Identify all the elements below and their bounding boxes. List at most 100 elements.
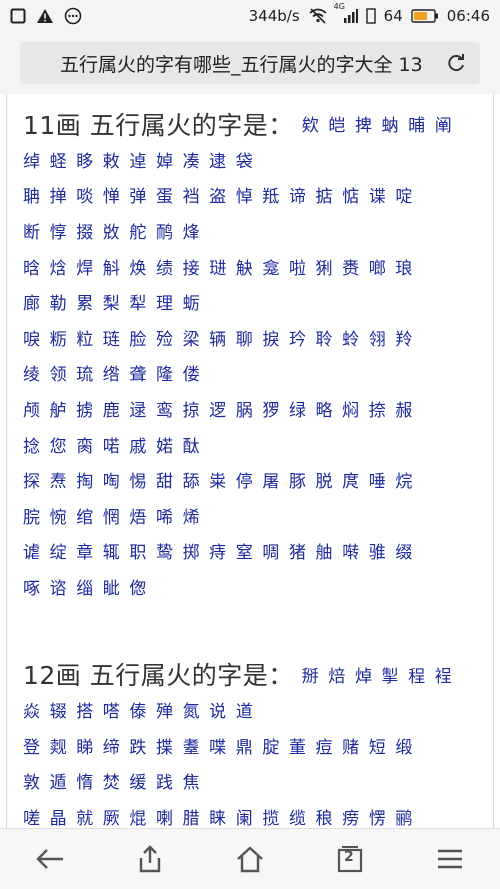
character-link[interactable]: 逯: [129, 396, 156, 421]
character-link[interactable]: 稂: [316, 804, 343, 828]
character-link[interactable]: 绺: [103, 360, 130, 385]
character-link[interactable]: 赧: [395, 396, 422, 421]
character-link[interactable]: 掳: [76, 396, 103, 421]
character-link[interactable]: 颅: [23, 396, 50, 421]
character-link[interactable]: 践: [156, 768, 183, 793]
character-link[interactable]: 赉: [342, 254, 369, 279]
character-link[interactable]: 蛎: [183, 289, 210, 314]
character-link[interactable]: 氮: [183, 697, 210, 722]
reload-icon[interactable]: [444, 51, 468, 75]
character-link[interactable]: 甜: [156, 467, 183, 492]
character-link[interactable]: 惇: [50, 218, 77, 243]
character-link[interactable]: 蛋: [156, 182, 183, 207]
character-link[interactable]: 舵: [129, 218, 156, 243]
character-link[interactable]: 捭: [355, 111, 382, 136]
character-link[interactable]: 睇: [76, 733, 103, 758]
character-link[interactable]: 谛: [289, 182, 316, 207]
character-link[interactable]: 脔: [76, 432, 103, 457]
character-link[interactable]: 鸾: [156, 396, 183, 421]
character-link[interactable]: 职: [129, 538, 156, 563]
character-link[interactable]: 勒: [50, 289, 77, 314]
character-link[interactable]: 烯: [183, 503, 210, 528]
character-link[interactable]: 豚: [289, 467, 316, 492]
character-link[interactable]: 聊: [236, 325, 263, 350]
character-link[interactable]: 短: [369, 733, 396, 758]
character-link[interactable]: 腚: [262, 733, 289, 758]
character-link[interactable]: 裎: [435, 662, 462, 687]
character-link[interactable]: 掰: [302, 662, 329, 687]
character-link[interactable]: 偻: [183, 360, 210, 385]
character-link[interactable]: 登: [23, 733, 50, 758]
character-link[interactable]: 遁: [50, 768, 77, 793]
character-link[interactable]: 凑: [183, 147, 210, 172]
character-link[interactable]: 蛏: [50, 147, 77, 172]
character-link[interactable]: 敚: [103, 218, 130, 243]
page-title[interactable]: 五行属火的字有哪些_五行属火的字大全 13: [60, 50, 444, 77]
character-link[interactable]: 惋: [50, 503, 77, 528]
character-link[interactable]: 悼: [236, 182, 263, 207]
character-link[interactable]: 啭: [342, 538, 369, 563]
character-link[interactable]: 惦: [342, 182, 369, 207]
character-link[interactable]: 脘: [23, 503, 50, 528]
character-link[interactable]: 嗟: [23, 804, 50, 828]
character-link[interactable]: 斛: [103, 254, 130, 279]
menu-button[interactable]: [420, 834, 480, 884]
character-link[interactable]: 略: [316, 396, 343, 421]
character-link[interactable]: 接: [183, 254, 210, 279]
character-link[interactable]: 傣: [129, 697, 156, 722]
character-link[interactable]: 探: [23, 467, 50, 492]
character-link[interactable]: 掂: [316, 182, 343, 207]
character-link[interactable]: 窒: [236, 538, 263, 563]
character-link[interactable]: 惕: [129, 467, 156, 492]
character-link[interactable]: 殚: [156, 697, 183, 722]
character-link[interactable]: 偬: [129, 574, 156, 599]
character-link[interactable]: 粜: [209, 467, 236, 492]
character-link[interactable]: 琏: [103, 325, 130, 350]
character-link[interactable]: 惘: [103, 503, 130, 528]
character-link[interactable]: 猪: [289, 538, 316, 563]
character-link[interactable]: 掏: [76, 467, 103, 492]
character-link[interactable]: 说: [209, 697, 236, 722]
character-link[interactable]: 焓: [50, 254, 77, 279]
character-link[interactable]: 道: [236, 697, 263, 722]
character-link[interactable]: 龛: [262, 254, 289, 279]
character-link[interactable]: 舻: [50, 396, 77, 421]
character-link[interactable]: 翎: [369, 325, 396, 350]
character-link[interactable]: 袋: [236, 147, 263, 172]
character-link[interactable]: 庹: [342, 467, 369, 492]
character-link[interactable]: 廊: [23, 289, 50, 314]
character-link[interactable]: 焦: [183, 768, 210, 793]
character-link[interactable]: 睐: [209, 804, 236, 828]
character-link[interactable]: 辄: [103, 538, 130, 563]
character-link[interactable]: 腊: [183, 804, 210, 828]
character-link[interactable]: 羚: [395, 325, 422, 350]
back-button[interactable]: [20, 834, 80, 884]
character-link[interactable]: 脶: [236, 396, 263, 421]
character-link[interactable]: 羝: [262, 182, 289, 207]
share-button[interactable]: [120, 834, 180, 884]
character-link[interactable]: 犁: [129, 289, 156, 314]
character-link[interactable]: 辍: [50, 697, 77, 722]
character-link[interactable]: 玪: [289, 325, 316, 350]
character-link[interactable]: 蚋: [382, 111, 409, 136]
character-link[interactable]: 缀: [395, 538, 422, 563]
character-link[interactable]: 脸: [129, 325, 156, 350]
character-link[interactable]: 揽: [262, 804, 289, 828]
character-link[interactable]: 聋: [129, 360, 156, 385]
character-link[interactable]: 您: [50, 432, 77, 457]
character-link[interactable]: 掷: [183, 538, 210, 563]
character-link[interactable]: 觌: [50, 733, 77, 758]
character-link[interactable]: 婥: [156, 147, 183, 172]
character-link[interactable]: 缁: [76, 574, 103, 599]
tabs-button[interactable]: 2: [320, 834, 380, 884]
character-link[interactable]: 鸷: [156, 538, 183, 563]
character-link[interactable]: 领: [50, 360, 77, 385]
character-link[interactable]: 觖: [236, 254, 263, 279]
character-link[interactable]: 厥: [103, 804, 130, 828]
character-link[interactable]: 啕: [103, 467, 130, 492]
character-link[interactable]: 盗: [209, 182, 236, 207]
character-link[interactable]: 敦: [23, 768, 50, 793]
character-link[interactable]: 掇: [76, 218, 103, 243]
character-link[interactable]: 跌: [129, 733, 156, 758]
character-link[interactable]: 舔: [183, 467, 210, 492]
